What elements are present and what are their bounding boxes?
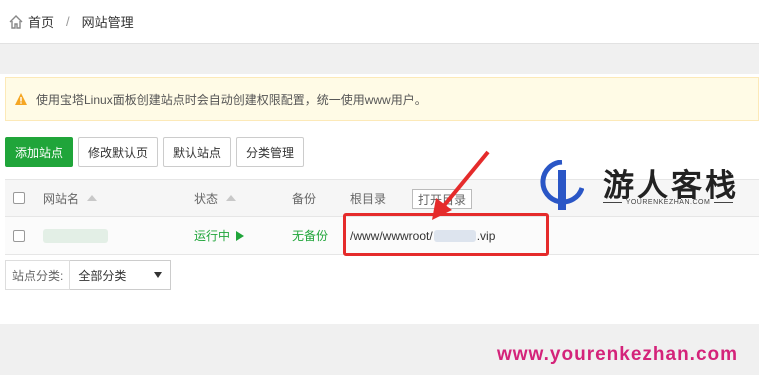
site-category-filter: 站点分类: 全部分类 xyxy=(5,260,172,290)
warning-icon xyxy=(15,93,27,105)
notice-text: 使用宝塔Linux面板创建站点时会自动创建权限配置，统一使用www用户。 xyxy=(36,92,427,107)
default-site-button[interactable]: 默认站点 xyxy=(163,137,232,167)
column-status-label: 状态 xyxy=(194,191,219,206)
watermark-subtitle: YOURENKEZHAN.COM xyxy=(603,199,733,206)
category-select[interactable]: 全部分类 xyxy=(70,260,172,290)
add-site-button[interactable]: 添加站点 xyxy=(5,137,74,167)
sort-up-icon[interactable] xyxy=(226,195,237,201)
filter-label: 站点分类: xyxy=(5,260,71,290)
chevron-down-icon xyxy=(154,272,163,278)
home-icon[interactable] xyxy=(8,14,24,30)
site-name-redacted[interactable] xyxy=(43,228,108,243)
category-select-value: 全部分类 xyxy=(78,268,127,283)
status-running[interactable]: 运行中 xyxy=(194,227,245,244)
column-site-name[interactable]: 网站名 xyxy=(43,190,98,207)
watermark-rule-left xyxy=(603,202,622,203)
edit-default-page-button[interactable]: 修改默认页 xyxy=(78,137,159,167)
breadcrumb-separator: / xyxy=(66,14,70,29)
column-backup: 备份 xyxy=(292,191,317,206)
row-checkbox[interactable] xyxy=(13,229,25,242)
site-toolbar: 添加站点 修改默认页 默认站点 分类管理 xyxy=(5,137,309,167)
status-label: 运行中 xyxy=(194,229,231,243)
watermark-rule-right xyxy=(714,202,733,203)
column-status[interactable]: 状态 xyxy=(194,190,237,207)
watermark-logo-icon xyxy=(540,160,584,210)
pointer-arrow-annotation xyxy=(432,150,490,220)
column-root-dir: 根目录 xyxy=(350,191,387,206)
backup-status[interactable]: 无备份 xyxy=(292,227,328,244)
sort-up-icon[interactable] xyxy=(87,195,98,201)
category-manage-button[interactable]: 分类管理 xyxy=(236,137,305,167)
select-all-checkbox[interactable] xyxy=(13,192,25,204)
breadcrumb-bar: 首页 / 网站管理 xyxy=(0,0,759,44)
permission-notice: 使用宝塔Linux面板创建站点时会自动创建权限配置，统一使用www用户。 xyxy=(5,77,759,121)
column-site-name-label: 网站名 xyxy=(43,191,80,206)
breadcrumb-home[interactable]: 首页 xyxy=(28,12,54,31)
watermark-url: www.yourenkezhan.com xyxy=(497,344,739,365)
breadcrumb-current: 网站管理 xyxy=(81,15,134,30)
play-icon[interactable] xyxy=(236,230,245,241)
watermark-subtitle-text: YOURENKEZHAN.COM xyxy=(625,199,711,206)
